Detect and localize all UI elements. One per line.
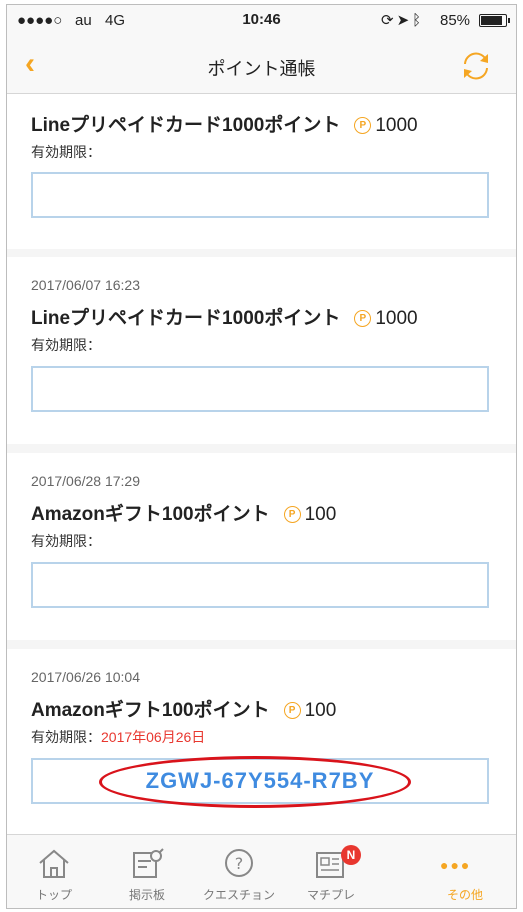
svg-text:?: ? bbox=[235, 854, 244, 873]
point-icon: P bbox=[283, 702, 301, 719]
tab-machipure[interactable]: N マチプレ bbox=[286, 835, 376, 908]
board-icon bbox=[133, 848, 164, 878]
item-name: Amazonギフト100ポイント bbox=[31, 700, 270, 721]
tab-bar: トップ 掲示板 ? クエスチョン N マチプレ ●●● その他 bbox=[7, 834, 516, 908]
list-item: 2017/06/07 16:23 Lineプリペイドカード1000ポイント P 10… bbox=[7, 257, 516, 444]
gift-code-box[interactable] bbox=[31, 366, 489, 412]
gift-code-box[interactable]: ZGWJ-67Y554-R7BY bbox=[31, 758, 489, 804]
refresh-icon[interactable] bbox=[459, 49, 493, 83]
tab-label: その他 bbox=[446, 888, 483, 902]
list-item: 2017/06/26 10:04 Amazonギフト100ポイント P 100 有効… bbox=[7, 649, 516, 834]
tab-label: マチプレ bbox=[306, 888, 355, 902]
tab-other[interactable]: ●●● その他 bbox=[420, 835, 510, 908]
gift-code-box[interactable] bbox=[31, 562, 489, 608]
expiry-label: 有効期限： bbox=[31, 144, 101, 160]
tab-question[interactable]: ? クエスチョン bbox=[194, 835, 284, 908]
tab-label: トップ bbox=[35, 888, 72, 902]
item-points: 1000 bbox=[375, 115, 418, 136]
tab-board[interactable]: 掲示板 bbox=[102, 835, 192, 908]
more-icon: ●●● bbox=[440, 857, 472, 873]
item-name-row: Lineプリペイドカード1000ポイント P 1000 bbox=[31, 303, 418, 330]
tab-top[interactable]: トップ bbox=[9, 835, 99, 908]
point-icon: P bbox=[354, 117, 372, 134]
status-bar: ●●●●○ au 4G 10:46 ⟳➤ᛒ 85% bbox=[7, 5, 516, 35]
expiry-label: 有効期限： bbox=[31, 337, 101, 353]
item-points: 1000 bbox=[375, 308, 418, 329]
item-date: 2017/06/28 17:29 bbox=[31, 473, 140, 489]
expiry-label: 有効期限： bbox=[31, 533, 101, 549]
point-history-list[interactable]: Lineプリペイドカード1000ポイント P 1000 有効期限： 2017/06/… bbox=[7, 94, 516, 834]
battery-icon bbox=[479, 14, 510, 27]
list-item: Lineプリペイドカード1000ポイント P 1000 有効期限： bbox=[7, 94, 516, 249]
list-item: 2017/06/28 17:29 Amazonギフト100ポイント P 100 有効… bbox=[7, 453, 516, 640]
point-icon: P bbox=[283, 506, 301, 523]
home-icon bbox=[39, 849, 69, 878]
expiry-row: 有効期限： bbox=[31, 531, 101, 551]
question-icon: ? bbox=[225, 849, 253, 877]
item-name-row: Amazonギフト100ポイント P 100 bbox=[31, 499, 336, 526]
expiry-date: 2017年06月26日 bbox=[101, 729, 206, 745]
gift-code-box[interactable] bbox=[31, 172, 489, 218]
expiry-row: 有効期限： bbox=[31, 335, 101, 355]
phone-screen: ●●●●○ au 4G 10:46 ⟳➤ᛒ 85% ‹ ポイント通帳 Lineプ… bbox=[6, 4, 517, 909]
tab-label: 掲示板 bbox=[128, 888, 165, 902]
rotation-lock-icon: ⟳ bbox=[381, 12, 397, 29]
item-date: 2017/06/07 16:23 bbox=[31, 277, 140, 293]
tab-label: クエスチョン bbox=[202, 888, 275, 902]
item-name-row: Lineプリペイドカード1000ポイント P 1000 bbox=[31, 110, 418, 137]
nav-bar: ‹ ポイント通帳 bbox=[7, 35, 516, 94]
expiry-row: 有効期限： bbox=[31, 142, 101, 162]
notification-badge: N bbox=[341, 845, 361, 865]
item-name: Amazonギフト100ポイント bbox=[31, 504, 270, 525]
bluetooth-icon: ᛒ bbox=[412, 12, 425, 29]
item-name-row: Amazonギフト100ポイント P 100 bbox=[31, 695, 336, 722]
location-icon: ➤ bbox=[396, 12, 413, 29]
item-points: 100 bbox=[304, 504, 337, 525]
expiry-row: 有効期限：2017年06月26日 bbox=[31, 727, 205, 747]
expiry-label: 有効期限： bbox=[31, 729, 101, 745]
status-icons: ⟳➤ᛒ bbox=[381, 11, 424, 29]
point-icon: P bbox=[354, 310, 372, 327]
item-points: 100 bbox=[304, 700, 337, 721]
item-name: Lineプリペイドカード1000ポイント bbox=[31, 308, 341, 329]
battery-percent: 85% bbox=[440, 12, 471, 29]
page-title: ポイント通帳 bbox=[207, 59, 316, 79]
item-date: 2017/06/26 10:04 bbox=[31, 669, 140, 685]
item-name: Lineプリペイドカード1000ポイント bbox=[31, 115, 341, 136]
